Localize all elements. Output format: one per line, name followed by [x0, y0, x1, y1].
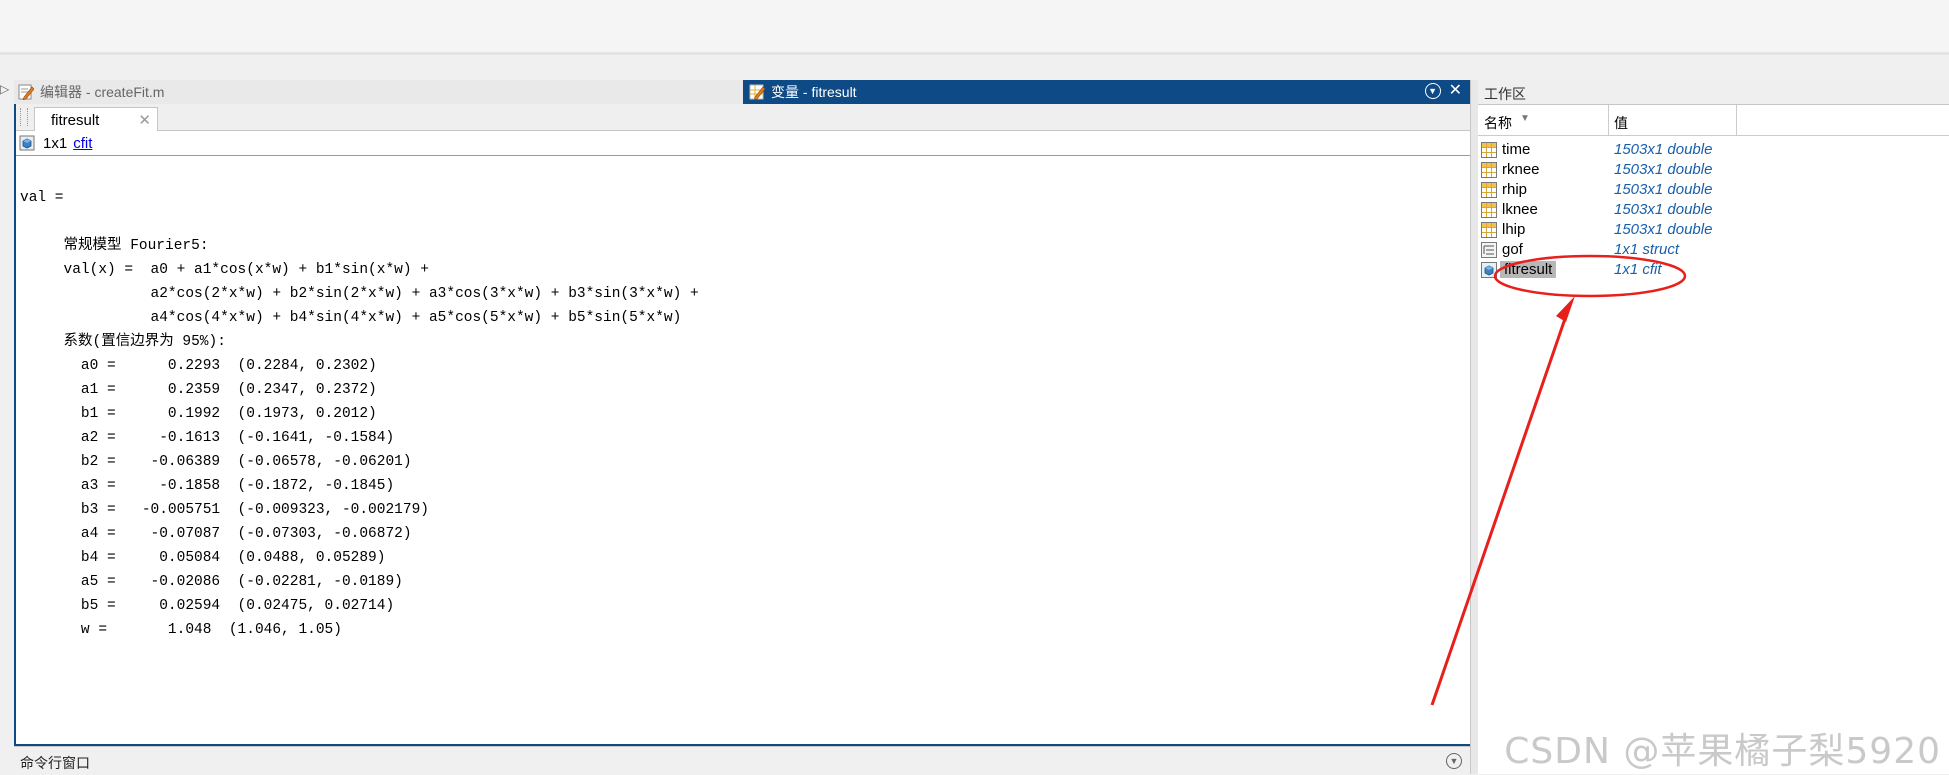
- variable-size: 1x1: [43, 134, 68, 152]
- variable-display-output: val = 常规模型 Fourier5: val(x) = a0 + a1*co…: [20, 190, 699, 638]
- variable-name: gof: [1502, 241, 1523, 258]
- tab-editor-label: 编辑器 - createFit.m: [40, 84, 165, 100]
- command-window-label: 命令行窗口: [20, 755, 90, 771]
- variable-type-row: 1x1 cfit: [16, 131, 1470, 156]
- variable-name: rhip: [1502, 181, 1528, 198]
- column-divider[interactable]: [1736, 105, 1737, 135]
- matrix-icon: [1481, 182, 1497, 198]
- variable-edit-icon: [749, 84, 766, 101]
- workspace-row-rknee[interactable]: rknee 1503x1 double: [1478, 160, 1949, 180]
- variable-name: rknee: [1502, 161, 1540, 178]
- editor-tab-row: 编辑器 - createFit.m 变量 - fitresult ▼ ✕: [14, 80, 1470, 105]
- tab-fitresult[interactable]: fitresult ✕: [34, 107, 158, 132]
- watermark: CSDN @苹果橘子梨5920: [1504, 731, 1941, 772]
- tab-variables-label: 变量 - fitresult: [771, 84, 857, 100]
- variable-name: time: [1502, 141, 1531, 158]
- variable-value: 1503x1 double: [1614, 141, 1713, 158]
- matrix-icon: [1481, 222, 1497, 238]
- command-window-menu-icon[interactable]: ▼: [1446, 753, 1462, 769]
- workspace-title-bar: 工作区: [1478, 80, 1949, 105]
- pencil-icon: [18, 84, 35, 101]
- workspace-row-time[interactable]: time 1503x1 double: [1478, 140, 1949, 160]
- toolstrip: [0, 0, 1949, 53]
- variable-value: 1x1 struct: [1614, 241, 1680, 258]
- variable-value: 1503x1 double: [1614, 201, 1713, 218]
- tab-fitresult-label: fitresult: [51, 111, 100, 129]
- workspace-row-lknee[interactable]: lknee 1503x1 double: [1478, 200, 1949, 220]
- tab-variables[interactable]: 变量 - fitresult ▼ ✕: [743, 80, 1470, 104]
- close-tab-icon[interactable]: ✕: [138, 111, 151, 129]
- variable-value: 1503x1 double: [1614, 161, 1713, 178]
- column-divider[interactable]: [1608, 105, 1609, 135]
- matrix-icon: [1481, 202, 1497, 218]
- workspace-title: 工作区: [1484, 86, 1526, 102]
- cfit-icon: [1481, 262, 1497, 278]
- panel-menu-icon[interactable]: ▼: [1424, 83, 1441, 99]
- sort-down-icon[interactable]: ▼: [1520, 113, 1530, 124]
- close-icon[interactable]: ✕: [1449, 83, 1462, 99]
- class-link[interactable]: cfit: [73, 135, 92, 152]
- workspace-row-lhip[interactable]: lhip 1503x1 double: [1478, 220, 1949, 240]
- tab-grip-handle[interactable]: [20, 108, 28, 126]
- tab-editor[interactable]: 编辑器 - createFit.m: [18, 80, 164, 104]
- variable-name: lknee: [1502, 201, 1538, 218]
- workspace-row-fitresult[interactable]: fitresult 1x1 cfit: [1478, 260, 1949, 280]
- variable-editor-panel: fitresult ✕ 1x1 cfit val = 常规模型 Fourier5…: [14, 104, 1472, 746]
- variable-value: 1503x1 double: [1614, 221, 1713, 238]
- variable-value: 1503x1 double: [1614, 181, 1713, 198]
- variable-name: lhip: [1502, 221, 1526, 238]
- collapse-arrow-icon[interactable]: ▷: [0, 82, 9, 96]
- column-name-header[interactable]: 名称: [1484, 113, 1512, 133]
- matrix-icon: [1481, 142, 1497, 158]
- left-panel-edge[interactable]: ▷: [0, 80, 15, 774]
- struct-icon: [1481, 242, 1497, 258]
- variable-name: fitresult: [1500, 261, 1557, 278]
- document-tab-row: fitresult ✕: [16, 104, 1470, 132]
- toolstrip-divider: [0, 52, 1949, 55]
- command-window-bar[interactable]: 命令行窗口 ▼: [14, 746, 1470, 775]
- matrix-icon: [1481, 162, 1497, 178]
- workspace-panel: 工作区 名称 ▼ 值 time 1503x1 double rknee 1503x1 …: [1478, 80, 1949, 774]
- column-value-header[interactable]: 值: [1614, 113, 1628, 133]
- workspace-row-gof[interactable]: gof 1x1 struct: [1478, 240, 1949, 260]
- workspace-column-header: 名称 ▼ 值: [1478, 105, 1949, 136]
- workspace-row-rhip[interactable]: rhip 1503x1 double: [1478, 180, 1949, 200]
- variable-value: 1x1 cfit: [1614, 261, 1662, 278]
- cfit-object-icon: [19, 135, 35, 151]
